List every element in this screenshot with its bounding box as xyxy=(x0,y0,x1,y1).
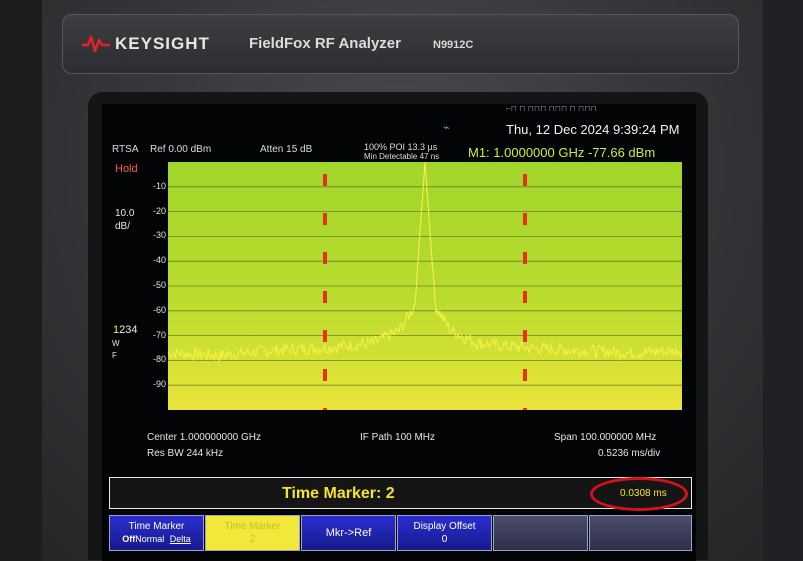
softkey-blank-6[interactable] xyxy=(589,515,692,551)
trace-mode-f: F xyxy=(112,351,117,360)
softkey-mkr-ref-label: Mkr->Ref xyxy=(325,527,372,539)
y-tick-label: -50 xyxy=(153,280,167,290)
analyzer-screen: ⌐⊓ ⊓ ⊓⊓⊓ ⊓⊓⊓ ⊓ ⊓⊓⊓ ⌁ Thu, 12 Dec 2024 9:… xyxy=(102,104,696,561)
min-detectable: Min Detectable 47 ns xyxy=(364,152,440,161)
product-name: FieldFox RF Analyzer xyxy=(249,35,401,52)
time-marker-segment xyxy=(323,213,327,225)
option-delta: Delta xyxy=(169,534,191,544)
reference-level: Ref 0.00 dBm xyxy=(150,144,212,155)
softkey-display-offset[interactable]: Display Offset 0 xyxy=(397,515,492,551)
time-marker-segment xyxy=(523,408,527,410)
spectrum-plot[interactable] xyxy=(168,162,682,410)
y-tick-label: -30 xyxy=(153,230,167,241)
y-tick-label: -40 xyxy=(153,255,167,266)
datetime: Thu, 12 Dec 2024 9:39:24 PM xyxy=(506,122,680,137)
keysight-logo-icon xyxy=(82,35,110,53)
status-indicators: ⌐⊓ ⊓ ⊓⊓⊓ ⊓⊓⊓ ⊓ ⊓⊓⊓ xyxy=(506,104,597,113)
span: Span 100.000000 MHz xyxy=(554,432,657,443)
time-marker-segment xyxy=(323,174,327,186)
mode-label: RTSA xyxy=(112,144,139,155)
time-marker-segment xyxy=(523,213,527,225)
softkey-time-marker-options: OffNormal Delta xyxy=(110,533,203,546)
time-marker-segment xyxy=(323,252,327,264)
connection-icon: ⌁ xyxy=(443,122,450,134)
marker-readout: M1: 1.0000000 GHz -77.66 dBm xyxy=(468,145,656,160)
time-marker-segment xyxy=(323,408,327,410)
y-tick-label: -10 xyxy=(153,180,167,191)
y-tick-label: -90 xyxy=(153,379,167,390)
softkey-time-marker-number-value: 2 xyxy=(249,534,256,545)
time-marker-segment xyxy=(523,330,527,342)
option-normal: Normal xyxy=(135,534,165,544)
softkey-time-marker-number[interactable]: Time Marker 2 xyxy=(205,515,300,551)
softkey-blank-5[interactable] xyxy=(493,515,588,551)
y-tick-label: -80 xyxy=(153,354,167,365)
scale-unit: dB/ xyxy=(115,221,131,232)
center-frequency: Center 1.000000000 GHz xyxy=(147,432,261,443)
time-marker-segment xyxy=(323,291,327,303)
trace-mode-w: W xyxy=(112,339,120,348)
time-marker-segment xyxy=(523,291,527,303)
y-tick-label: -20 xyxy=(153,205,167,216)
softkey-time-marker-number-label: Time Marker xyxy=(224,521,281,532)
instrument-header: KEYSIGHT FieldFox RF Analyzer N9912C xyxy=(62,14,739,74)
trace-indicator: 1234 xyxy=(113,324,137,336)
other-trace-numbers: 234 xyxy=(119,324,138,336)
softkey-time-marker[interactable]: Time Marker OffNormal Delta xyxy=(109,515,204,551)
softkey-display-offset-value: 0 xyxy=(441,534,448,545)
time-marker-segment xyxy=(523,174,527,186)
sweep-per-div: 0.5236 ms/div xyxy=(598,448,661,459)
option-off: Off xyxy=(122,534,136,544)
poi-readout: 100% POI 13.3 µs xyxy=(364,142,438,152)
model-number: N9912C xyxy=(433,39,474,51)
time-marker-segment xyxy=(523,252,527,264)
softkey-time-marker-label: Time Marker xyxy=(128,521,185,532)
highlight-annotation xyxy=(590,477,688,511)
if-path: IF Path 100 MHz xyxy=(360,432,436,443)
time-marker-segment xyxy=(323,330,327,342)
background-right xyxy=(763,0,803,561)
y-tick-label: -60 xyxy=(153,304,167,315)
hold-indicator: Hold xyxy=(115,163,138,175)
time-marker-segment xyxy=(323,369,327,381)
time-marker-title: Time Marker: 2 xyxy=(282,485,395,502)
background-left xyxy=(0,0,42,561)
softkey-display-offset-label: Display Offset xyxy=(413,521,476,532)
y-tick-label: -70 xyxy=(153,329,167,340)
time-marker-segment xyxy=(523,369,527,381)
brand-name: KEYSIGHT xyxy=(115,34,210,53)
attenuation: Atten 15 dB xyxy=(260,144,313,155)
resolution-bandwidth: Res BW 244 kHz xyxy=(147,448,224,459)
softkey-mkr-ref[interactable]: Mkr->Ref xyxy=(301,515,396,551)
scale-value: 10.0 xyxy=(115,208,135,219)
